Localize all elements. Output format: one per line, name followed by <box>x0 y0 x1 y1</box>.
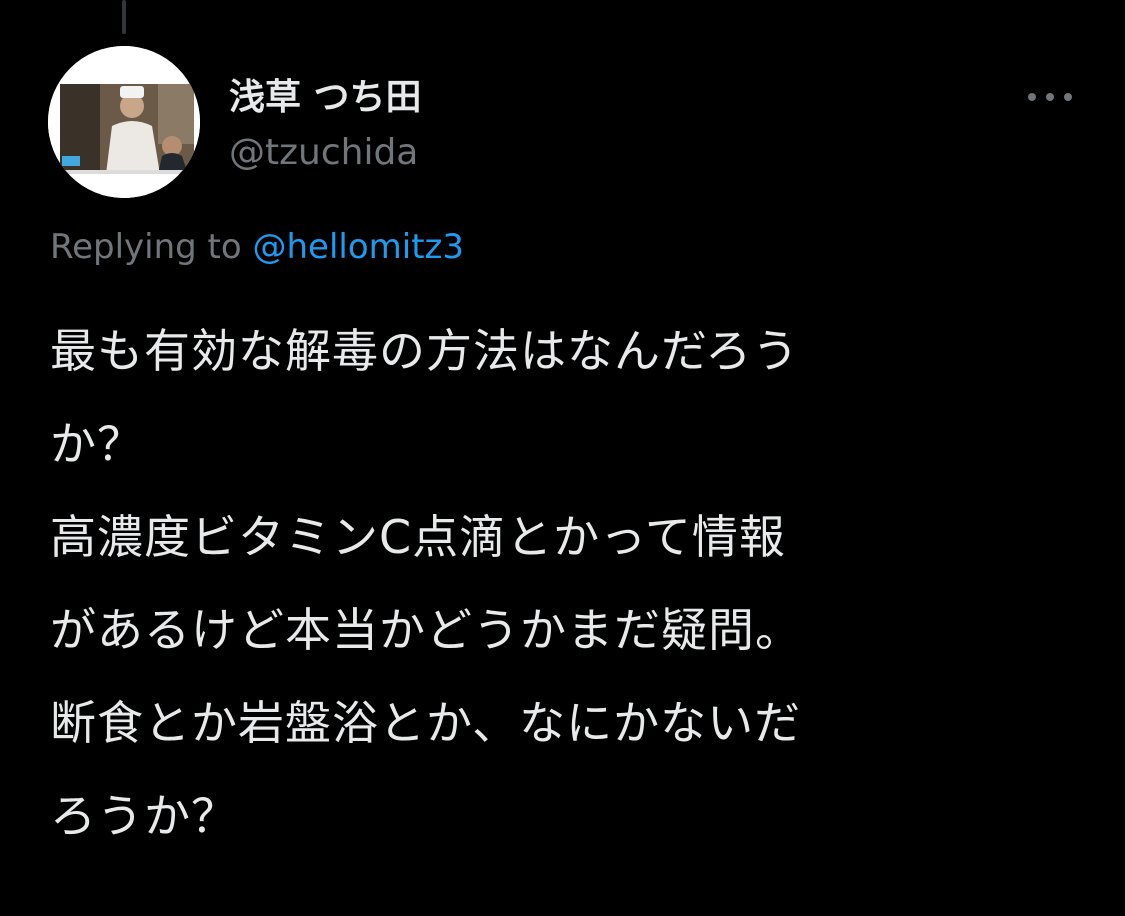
avatar-image <box>48 46 200 198</box>
author-handle[interactable]: @tzuchida <box>229 131 418 175</box>
tweet-text-line: 断食とか岩盤浴とか、なにかないだ <box>50 696 802 750</box>
more-horizontal-icon[interactable] <box>1024 80 1076 114</box>
author-display-name[interactable]: 浅草 つち田 <box>229 76 422 120</box>
more-dot <box>1046 93 1054 101</box>
replying-to-prefix: Replying to <box>50 227 242 267</box>
tweet-text-line: 高濃度ビタミンC点滴とかって情報 <box>50 510 786 564</box>
replying-to-line: Replying to @hellomitz3 <box>50 224 464 270</box>
more-dot <box>1028 93 1036 101</box>
tweet-text: 最も有効な解毒の方法はなんだろう か？ 高濃度ビタミンC点滴とかって情報 がある… <box>50 305 1080 863</box>
replying-to-mention-link[interactable]: @hellomitz3 <box>253 227 465 267</box>
thread-connector-line <box>122 0 126 34</box>
more-dot <box>1064 93 1072 101</box>
tweet-text-line: か？ <box>50 417 144 471</box>
avatar[interactable] <box>48 46 200 198</box>
tweet-text-line: 最も有効な解毒の方法はなんだろう <box>50 324 800 378</box>
tweet-text-line: があるけど本当かどうかまだ疑問。 <box>50 603 802 657</box>
tweet-text-line: ろうか？ <box>50 789 238 843</box>
